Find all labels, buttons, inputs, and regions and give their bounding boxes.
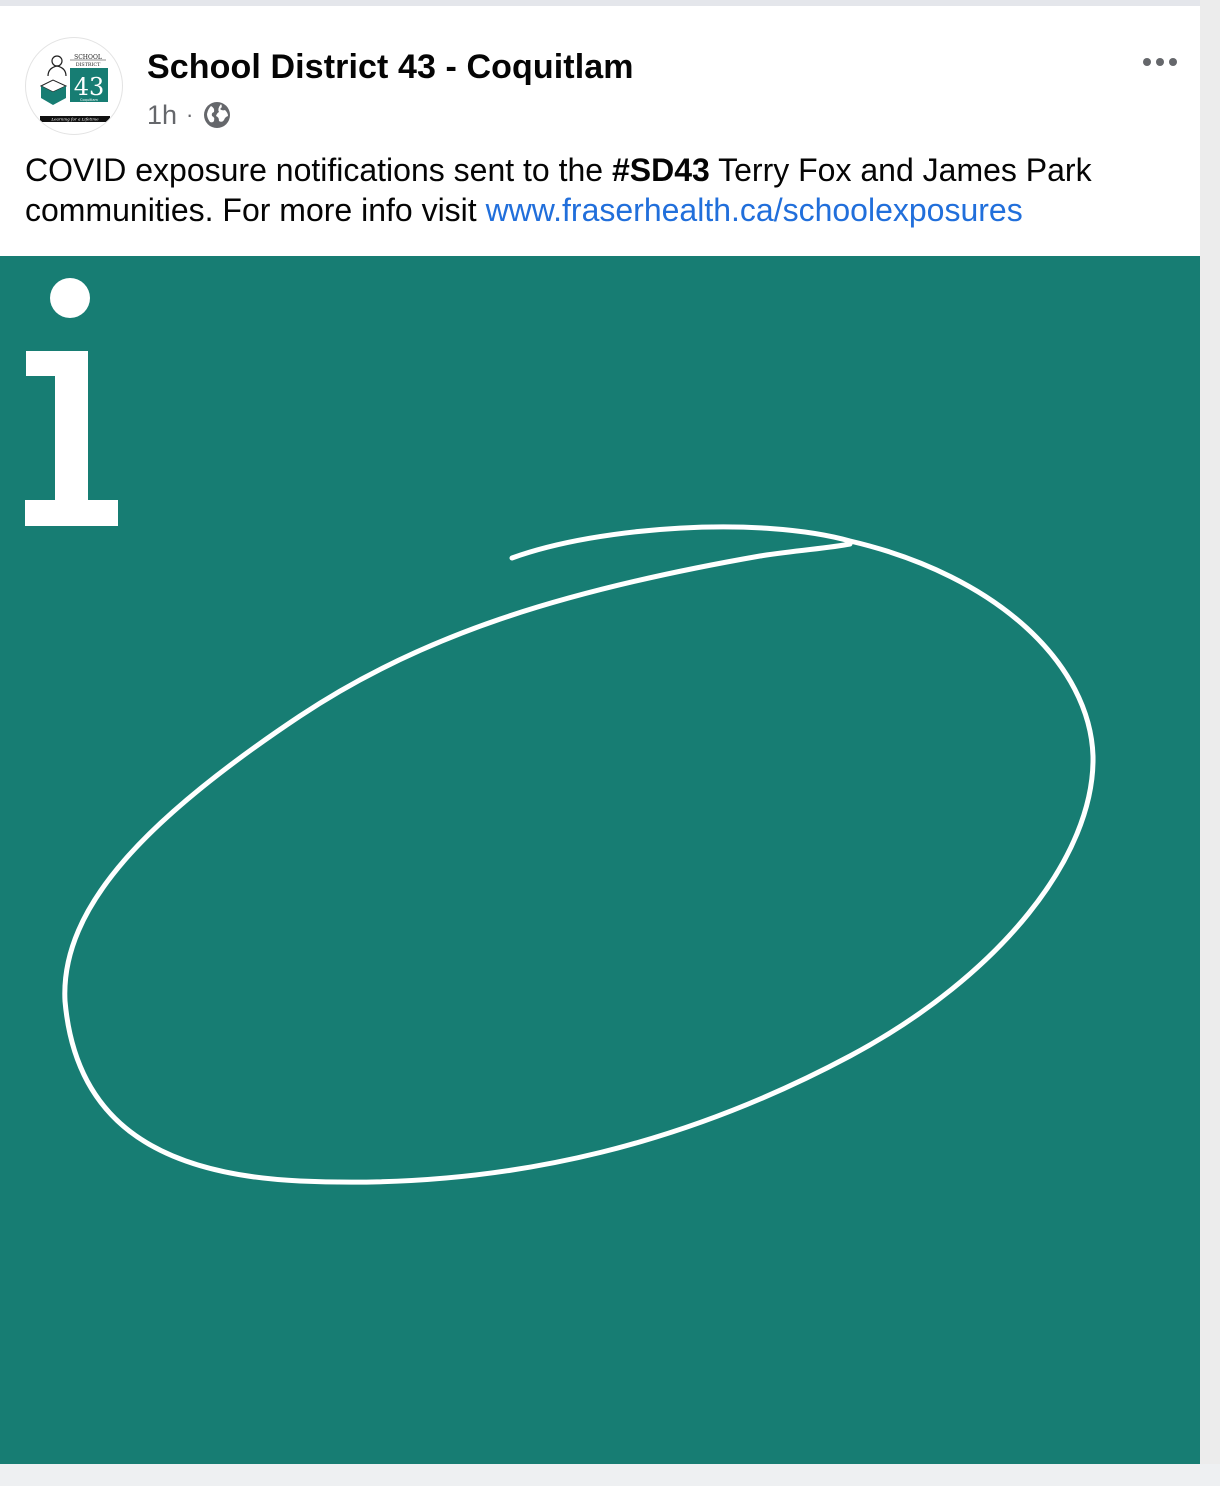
post-meta: 1h · [147, 98, 232, 132]
globe-icon[interactable] [202, 100, 232, 130]
logo-number-text: 43 [74, 73, 105, 101]
page-name-link[interactable]: School District 43 - Coquitlam [147, 48, 634, 87]
hashtag-link[interactable]: #SD43 [612, 152, 710, 188]
page-avatar[interactable]: SCHOOL DISTRICT 43 Coquitlam Learning fo… [25, 37, 123, 135]
logo-city-text: Coquitlam [80, 98, 98, 102]
logo-tagline-text: Learning for a Lifetime [50, 117, 99, 122]
fraserhealth-link[interactable]: www.fraserhealth.ca/schoolexposures [486, 192, 1023, 228]
logo-district-text: DISTRICT [76, 62, 101, 68]
info-icon [25, 278, 118, 526]
sd43-logo: SCHOOL DISTRICT 43 Coquitlam Learning fo… [39, 53, 110, 122]
post-text: COVID exposure notifications sent to the… [25, 150, 1185, 230]
more-dot [1143, 58, 1151, 66]
bottom-strip [0, 1464, 1220, 1486]
post-image[interactable] [0, 256, 1200, 1464]
more-options-icon[interactable] [1140, 48, 1180, 76]
post-text-part1: COVID exposure notifications sent to the [25, 152, 612, 188]
right-gutter [1200, 0, 1220, 1486]
post-timestamp[interactable]: 1h [147, 100, 177, 131]
hand-drawn-circle [62, 524, 1096, 1185]
more-dot [1169, 58, 1177, 66]
meta-separator: · [186, 102, 194, 127]
more-dot [1156, 58, 1164, 66]
